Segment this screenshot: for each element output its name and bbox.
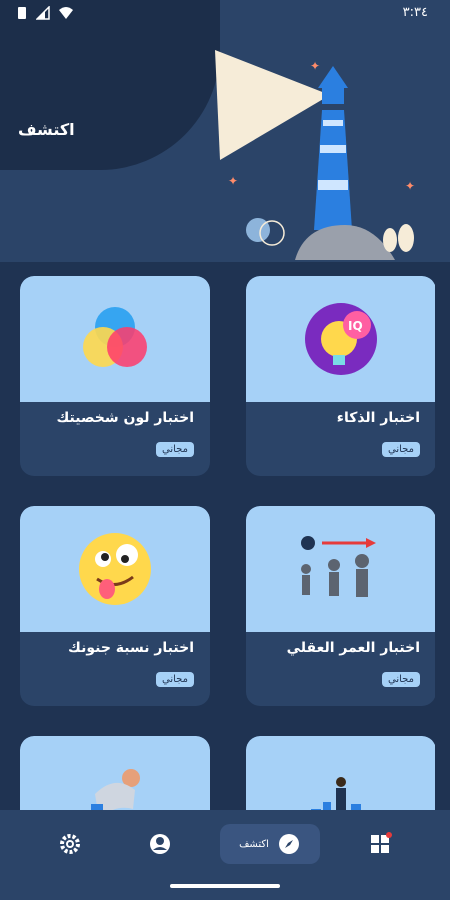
card-personality-color-test[interactable]: اختبار لون شخصيتك مجاني bbox=[20, 276, 210, 476]
lighthouse-illustration: ✦ ✦ ✦ bbox=[215, 50, 415, 260]
page-title: اكتشف bbox=[18, 120, 75, 139]
test-card-grid: IQ اختبار الذكاء مجاني اختبار لون شخصيتك… bbox=[20, 276, 435, 816]
compass-icon bbox=[278, 834, 299, 854]
card-iq-test[interactable]: IQ اختبار الذكاء مجاني bbox=[246, 276, 435, 476]
svg-text:✦: ✦ bbox=[405, 179, 415, 193]
profile-icon bbox=[150, 834, 170, 854]
iq-bulb-icon: IQ bbox=[305, 303, 377, 375]
dashboard-icon bbox=[371, 832, 392, 853]
card-title: اختبار الذكاء bbox=[336, 410, 420, 426]
card-thumbnail bbox=[246, 736, 435, 816]
card-thumbnail bbox=[246, 506, 435, 632]
status-time: ٣:٣٤ bbox=[402, 5, 428, 20]
card-thumbnail bbox=[20, 736, 210, 816]
free-badge: مجاني bbox=[156, 442, 194, 457]
card-title: اختبار العمر العقلي bbox=[286, 640, 420, 656]
wifi-icon bbox=[59, 7, 73, 19]
card-thumbnail: IQ bbox=[246, 276, 435, 402]
nav-settings[interactable] bbox=[50, 824, 90, 864]
card-thumbnail bbox=[20, 276, 210, 402]
nav-profile[interactable] bbox=[140, 824, 180, 864]
bottom-navigation: اكتشف bbox=[0, 810, 450, 900]
home-indicator bbox=[170, 884, 280, 888]
free-badge: مجاني bbox=[382, 442, 420, 457]
free-badge: مجاني bbox=[156, 672, 194, 687]
svg-text:✦: ✦ bbox=[228, 174, 238, 188]
nav-dashboard[interactable] bbox=[360, 824, 400, 864]
signal-icon bbox=[36, 6, 50, 20]
nav-discover[interactable]: اكتشف bbox=[220, 824, 320, 864]
app-screen: ٣:٣٤ اكتشف ✦ ✦ ✦ IQ اختبار الذكاء مجاني … bbox=[0, 0, 450, 900]
card-test-6[interactable] bbox=[20, 736, 210, 816]
crazy-emoji-icon bbox=[79, 533, 151, 605]
battery-icon bbox=[18, 7, 26, 19]
svg-text:✦: ✦ bbox=[310, 59, 320, 73]
settings-icon bbox=[60, 834, 80, 854]
color-circles-icon bbox=[83, 307, 147, 367]
age-people-icon bbox=[301, 536, 376, 597]
card-craziness-test[interactable]: اختبار نسبة جنونك مجاني bbox=[20, 506, 210, 706]
card-test-5[interactable] bbox=[246, 736, 435, 816]
svg-text:IQ: IQ bbox=[348, 319, 363, 333]
status-icons bbox=[16, 6, 74, 20]
status-bar: ٣:٣٤ bbox=[0, 0, 450, 26]
city-man-icon bbox=[311, 777, 373, 816]
free-badge: مجاني bbox=[382, 672, 420, 687]
card-title: اختبار نسبة جنونك bbox=[68, 640, 194, 656]
nav-discover-label: اكتشف bbox=[239, 838, 269, 850]
card-thumbnail bbox=[20, 506, 210, 632]
discover-header: اكتشف ✦ ✦ ✦ bbox=[0, 0, 450, 262]
card-title: اختبار لون شخصيتك bbox=[56, 410, 194, 426]
tired-person-icon bbox=[91, 769, 140, 816]
card-mental-age-test[interactable]: اختبار العمر العقلي مجاني bbox=[246, 506, 435, 706]
